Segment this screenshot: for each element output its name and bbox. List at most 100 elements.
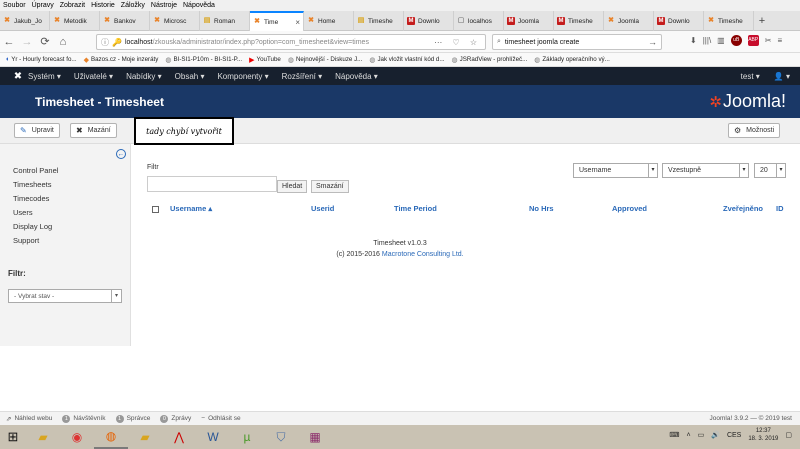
bookmark-item[interactable]: ◍ Základy operačního vý... <box>534 56 610 64</box>
browser-tab[interactable]: ▤ Timeshe <box>354 11 404 31</box>
vendor-link[interactable]: Macrotone Consulting Ltd. <box>382 251 464 258</box>
shield-icon[interactable]: ⛉ <box>264 425 298 449</box>
joomla-menu-item[interactable]: Rozšíření ▾ <box>282 72 322 81</box>
reload-icon[interactable]: ⟳ <box>36 33 54 51</box>
clock[interactable]: 12:37 18. 3. 2019 <box>748 427 778 443</box>
collapse-sidebar-icon[interactable]: ← <box>116 149 126 159</box>
notifications-icon[interactable]: ▢ <box>785 431 792 439</box>
bookmark-item[interactable]: ▶ YouTube <box>249 56 281 64</box>
joomla-logo-icon[interactable]: ✖ <box>8 71 28 82</box>
adblock-icon[interactable]: ABP <box>747 35 759 46</box>
browser-tab[interactable]: ▤ Roman <box>200 11 250 31</box>
joomla-menu-item[interactable]: Nabídky ▾ <box>126 72 162 81</box>
browser-tab[interactable]: ✖ Time × <box>250 11 304 31</box>
browser-tab[interactable]: ✖ Jakub_Jo <box>0 11 50 31</box>
joomla-menu-item[interactable]: Systém ▾ <box>28 72 61 81</box>
ublock-icon[interactable]: uB <box>730 35 742 46</box>
page-actions-icon[interactable]: ⋯ ♡ ☆ <box>434 38 481 47</box>
edit-button[interactable]: ✎ Upravit <box>14 123 60 138</box>
menu-item[interactable]: Zobrazit <box>60 2 85 9</box>
bookmark-item[interactable]: ◆ Bazos.cz - Moje inzeráty <box>84 56 159 64</box>
select-all-checkbox[interactable] <box>152 206 159 213</box>
network-icon[interactable]: ▭ <box>698 431 705 439</box>
column-header[interactable]: Zveřejněno <box>723 204 763 213</box>
browser-tab[interactable]: ✖ Metodik <box>50 11 100 31</box>
back-icon[interactable]: ← <box>0 33 18 51</box>
joomla-menu-item[interactable]: Komponenty ▾ <box>217 72 268 81</box>
browser-tab[interactable]: M Downlo <box>654 11 704 31</box>
menu-item[interactable]: Nástroje <box>151 2 177 9</box>
browser-tab[interactable]: M Timeshe <box>554 11 604 31</box>
user-menu-icon[interactable]: 👤 ▾ <box>774 72 790 81</box>
clear-button[interactable]: Smazání <box>311 180 349 193</box>
browser-tab[interactable]: ✖ Joomla <box>604 11 654 31</box>
firefox-icon[interactable]: ◍ <box>94 425 128 449</box>
bookmark-item[interactable]: ◍ JSRadView - prohlížeč... <box>452 56 528 64</box>
search-go-icon[interactable]: → <box>648 37 657 47</box>
nav-user[interactable]: test ▾ <box>741 72 760 81</box>
admins-status[interactable]: 1 Správce <box>115 414 150 423</box>
menu-item[interactable]: Nápověda <box>183 2 215 9</box>
column-header[interactable]: No Hrs <box>529 204 554 213</box>
search-bar[interactable]: ⌕ timesheet joomla create → <box>492 34 662 50</box>
view-site-link[interactable]: ⇗ Náhled webu <box>6 415 52 423</box>
search-input[interactable]: timesheet joomla create <box>505 39 579 46</box>
joomla-menu-item[interactable]: Nápověda ▾ <box>335 72 378 81</box>
forward-icon[interactable]: → <box>18 33 36 51</box>
column-header[interactable]: ID <box>776 204 784 213</box>
url-bar[interactable]: ⓘ 🔑 localhost /zkouska/administrator/ind… <box>96 34 486 50</box>
new-tab-icon[interactable]: + <box>754 11 770 31</box>
browser-tab[interactable]: M Joomla <box>504 11 554 31</box>
joomla-menu-item[interactable]: Obsah ▾ <box>175 72 205 81</box>
joomla-menu-item[interactable]: Uživatelé ▾ <box>74 72 113 81</box>
column-header[interactable]: Username ▴ <box>170 204 212 213</box>
direction-select[interactable]: Vzestupně ▾ <box>662 163 749 178</box>
browser-tab[interactable]: ✖ Microsc <box>150 11 200 31</box>
sidebar-icon[interactable]: ▥ <box>717 36 725 45</box>
sidebar-link[interactable]: Control Panel <box>13 166 58 175</box>
browser-tab[interactable]: ▢ localhos <box>454 11 504 31</box>
browser-tab[interactable]: ✖ Timeshe <box>704 11 754 31</box>
search-button[interactable]: Hledat <box>277 180 308 193</box>
windows-start-icon[interactable]: ⊞ <box>0 425 26 449</box>
tray-up-icon[interactable]: ˄ <box>687 432 691 439</box>
browser-tab[interactable]: ✖ Home <box>304 11 354 31</box>
bookmark-item[interactable]: ◍ Jak vložit vlastní kód d... <box>369 56 444 64</box>
sidebar-link[interactable]: Timecodes <box>13 194 49 203</box>
column-header[interactable]: Time Period <box>394 204 437 213</box>
folder-icon[interactable]: ▰ <box>128 425 162 449</box>
menu-item[interactable]: Soubor <box>3 2 26 9</box>
visitors-status[interactable]: 1 Návštěvník <box>62 414 106 423</box>
hamburger-menu-icon[interactable]: ≡ <box>777 36 782 45</box>
keyboard-icon[interactable]: ⌨ <box>669 431 679 439</box>
menu-item[interactable]: Záložky <box>121 2 145 9</box>
file-explorer-icon[interactable]: ▰ <box>26 425 60 449</box>
logout-link[interactable]: − Odhlásit se <box>201 415 240 422</box>
sidebar-link[interactable]: Display Log <box>13 222 52 231</box>
order-by-select[interactable]: Username ▾ <box>573 163 658 178</box>
column-header[interactable]: Approved <box>612 204 647 213</box>
browser-tab[interactable]: M Downlo <box>404 11 454 31</box>
library-icon[interactable]: |||\ <box>703 36 711 45</box>
menu-item[interactable]: Historie <box>91 2 115 9</box>
volume-icon[interactable]: 🔊 <box>711 431 720 439</box>
sidebar-link[interactable]: Users <box>13 208 33 217</box>
options-button[interactable]: ⚙ Možnosti <box>728 123 781 138</box>
home-icon[interactable]: ⌂ <box>54 33 72 51</box>
messages-status[interactable]: 0 Zprávy <box>160 414 191 423</box>
delete-button[interactable]: ✖ Mazání <box>70 123 117 138</box>
screenshot-icon[interactable]: ✂ <box>765 36 772 45</box>
column-header[interactable]: Userid <box>311 204 334 213</box>
close-icon[interactable]: × <box>295 18 300 27</box>
bookmark-item[interactable]: ◖ Yr - Hourly forecast fo... <box>5 56 77 63</box>
word-icon[interactable]: W <box>196 425 230 449</box>
info-icon[interactable]: ⓘ <box>101 37 109 48</box>
download-icon[interactable]: ⬇ <box>690 36 697 45</box>
filter-search-input[interactable] <box>147 176 277 192</box>
limit-select[interactable]: 20 ▾ <box>754 163 786 178</box>
utorrent-icon[interactable]: µ <box>230 425 264 449</box>
state-select[interactable]: - Vybrat stav - ▾ <box>8 289 122 303</box>
chrome-icon[interactable]: ◉ <box>60 425 94 449</box>
language-indicator[interactable]: CES <box>727 432 741 439</box>
bookmark-item[interactable]: ◍ Nejnovější - Diskuze J... <box>288 56 362 64</box>
